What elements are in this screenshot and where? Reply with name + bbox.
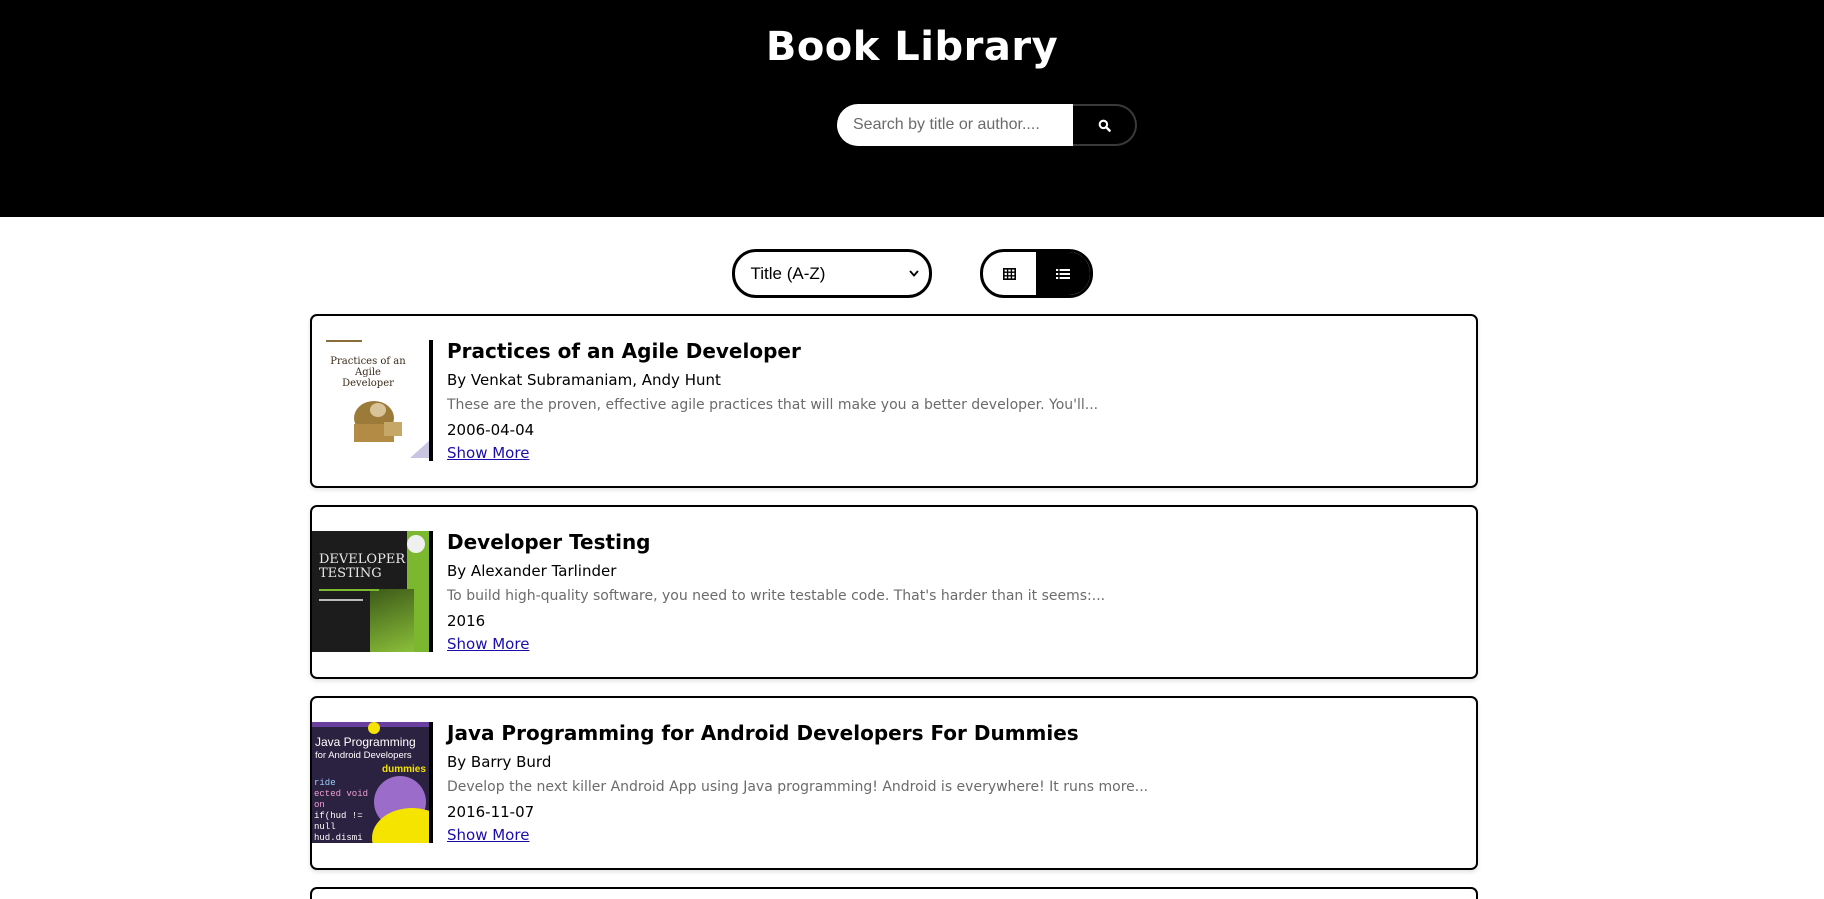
grid-view-button[interactable] xyxy=(983,252,1037,295)
book-description: Develop the next killer Android App usin… xyxy=(447,779,1149,795)
book-authors: By Barry Burd xyxy=(447,753,552,771)
book-card-partial xyxy=(310,887,1478,899)
show-more-link[interactable]: Show More xyxy=(447,635,529,653)
show-more-link[interactable]: Show More xyxy=(447,444,529,462)
book-description: To build high-quality software, you need… xyxy=(447,588,1106,604)
book-cover: Practices of an Agile Developer xyxy=(312,340,433,461)
book-description: These are the proven, effective agile pr… xyxy=(447,397,1099,413)
book-info: Practices of an Agile Developer By Venka… xyxy=(433,340,1098,463)
list-icon xyxy=(1055,268,1070,279)
book-card: Java Programming for Android Developers … xyxy=(310,696,1478,870)
show-more-link[interactable]: Show More xyxy=(447,826,529,844)
book-authors: By Alexander Tarlinder xyxy=(447,562,617,580)
grid-icon xyxy=(1002,267,1016,280)
book-info: Developer Testing By Alexander Tarlinder… xyxy=(433,531,1105,654)
book-card: Practices of an Agile Developer Practice… xyxy=(310,314,1478,488)
book-title: Practices of an Agile Developer xyxy=(447,339,801,363)
cover-illustration xyxy=(354,401,429,458)
view-toggle xyxy=(979,249,1093,298)
sort-selected-value: Title (A-Z) xyxy=(750,263,826,283)
book-card: DEVELOPER TESTING Developer Testing By A… xyxy=(310,505,1478,679)
book-date: 2016 xyxy=(447,612,486,630)
book-list: Practices of an Agile Developer Practice… xyxy=(310,314,1478,899)
cover-text: dummies xyxy=(382,764,426,775)
book-title: Java Programming for Android Developers … xyxy=(447,721,1079,745)
book-date: 2006-04-04 xyxy=(447,421,535,439)
search-icon xyxy=(1098,119,1111,132)
book-authors: By Venkat Subramaniam, Andy Hunt xyxy=(447,371,721,389)
cover-text: TESTING xyxy=(319,566,382,581)
book-title: Developer Testing xyxy=(447,530,651,554)
search-button[interactable] xyxy=(1073,104,1137,146)
book-date: 2016-11-07 xyxy=(447,803,535,821)
cover-text: DEVELOPER xyxy=(319,552,406,567)
sort-select[interactable]: Title (A-Z) xyxy=(731,249,932,298)
cover-text: for Android Developers xyxy=(315,750,412,761)
cover-text: Java Programming xyxy=(315,735,416,749)
book-cover: DEVELOPER TESTING xyxy=(312,531,433,652)
list-view-button[interactable] xyxy=(1036,252,1090,295)
app-title: Book Library xyxy=(765,24,1059,70)
book-cover: Java Programming for Android Developers … xyxy=(312,722,433,843)
book-info: Java Programming for Android Developers … xyxy=(433,722,1148,845)
search-bar xyxy=(837,104,1137,146)
chevron-down-icon xyxy=(908,270,919,277)
controls-bar: Title (A-Z) xyxy=(0,249,1824,298)
search-input[interactable] xyxy=(837,104,1073,146)
app-header: Book Library xyxy=(0,0,1824,217)
